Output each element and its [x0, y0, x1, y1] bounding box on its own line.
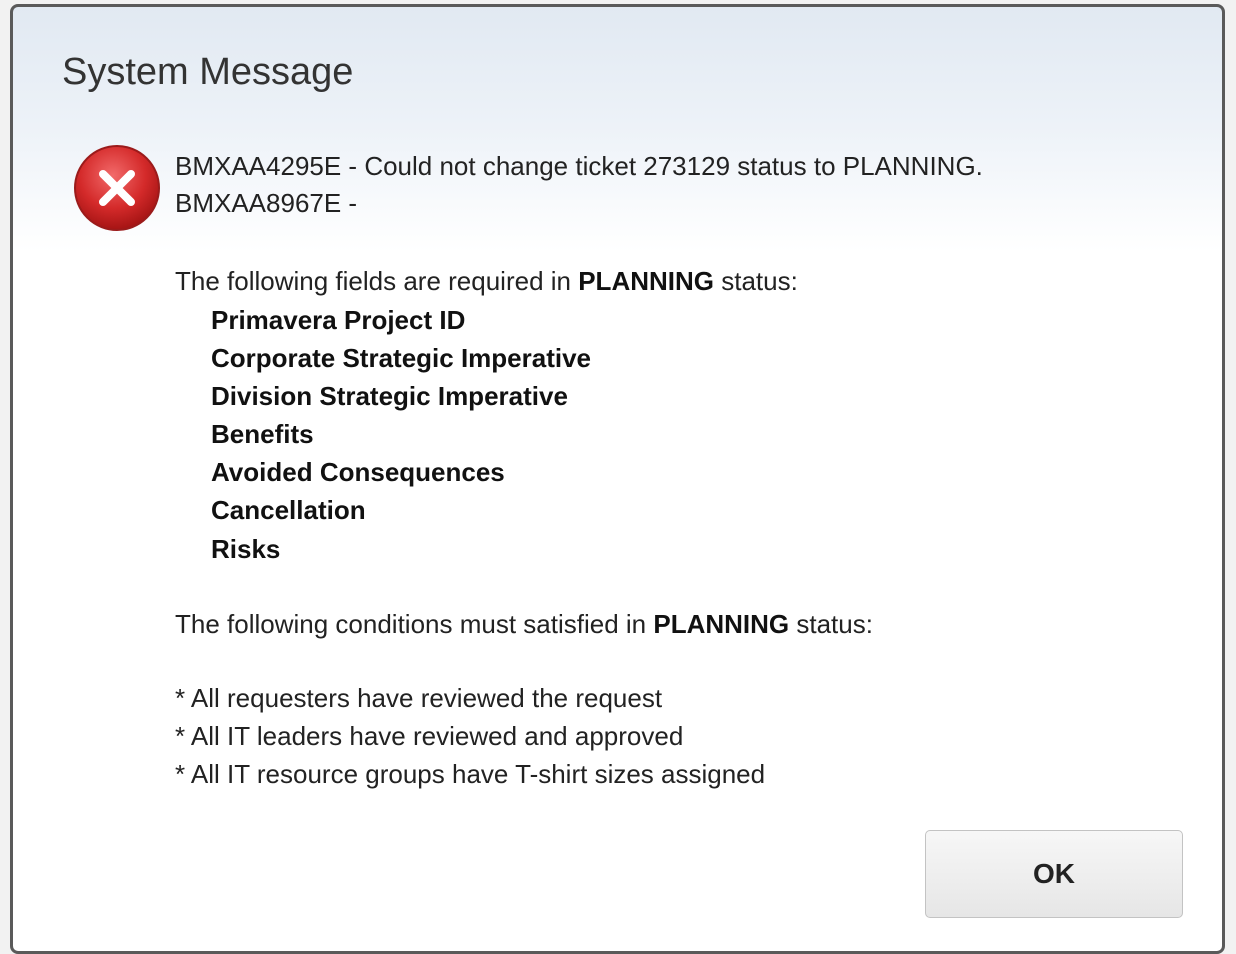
fields-intro: The following fields are required in PLA…	[175, 268, 798, 294]
conditions-intro-status: PLANNING	[653, 609, 790, 639]
condition-item: * All IT leaders have reviewed and appro…	[175, 721, 684, 751]
ok-button[interactable]: OK	[925, 830, 1183, 918]
condition-item: * All requesters have reviewed the reque…	[175, 683, 663, 713]
required-field: Cancellation	[211, 495, 366, 525]
required-field: Corporate Strategic Imperative	[211, 343, 592, 373]
conditions-intro-suffix: status:	[789, 609, 873, 639]
fields-intro-status: PLANNING	[578, 266, 714, 296]
error-line-2: BMXAA8967E -	[175, 188, 358, 218]
fields-intro-prefix: The following fields are required in	[175, 266, 579, 296]
required-field: Division Strategic Imperative	[211, 381, 568, 411]
error-line-1: BMXAA4295E - Could not change ticket 273…	[175, 151, 983, 181]
required-field: Avoided Consequences	[211, 457, 505, 487]
required-field: Primavera Project ID	[211, 305, 466, 335]
fields-intro-suffix: status:	[714, 266, 798, 296]
required-field: Benefits	[211, 419, 314, 449]
condition-item: * All IT resource groups have T-shirt si…	[175, 759, 766, 789]
dialog-title: System Message	[62, 51, 354, 93]
conditions-intro-prefix: The following conditions must satisfied …	[175, 609, 654, 639]
system-message-dialog: System Message BMXAA4295E - Could not ch…	[10, 4, 1225, 954]
error-icon	[74, 145, 160, 231]
conditions-intro: The following conditions must satisfied …	[175, 611, 873, 637]
required-field: Risks	[211, 534, 281, 564]
